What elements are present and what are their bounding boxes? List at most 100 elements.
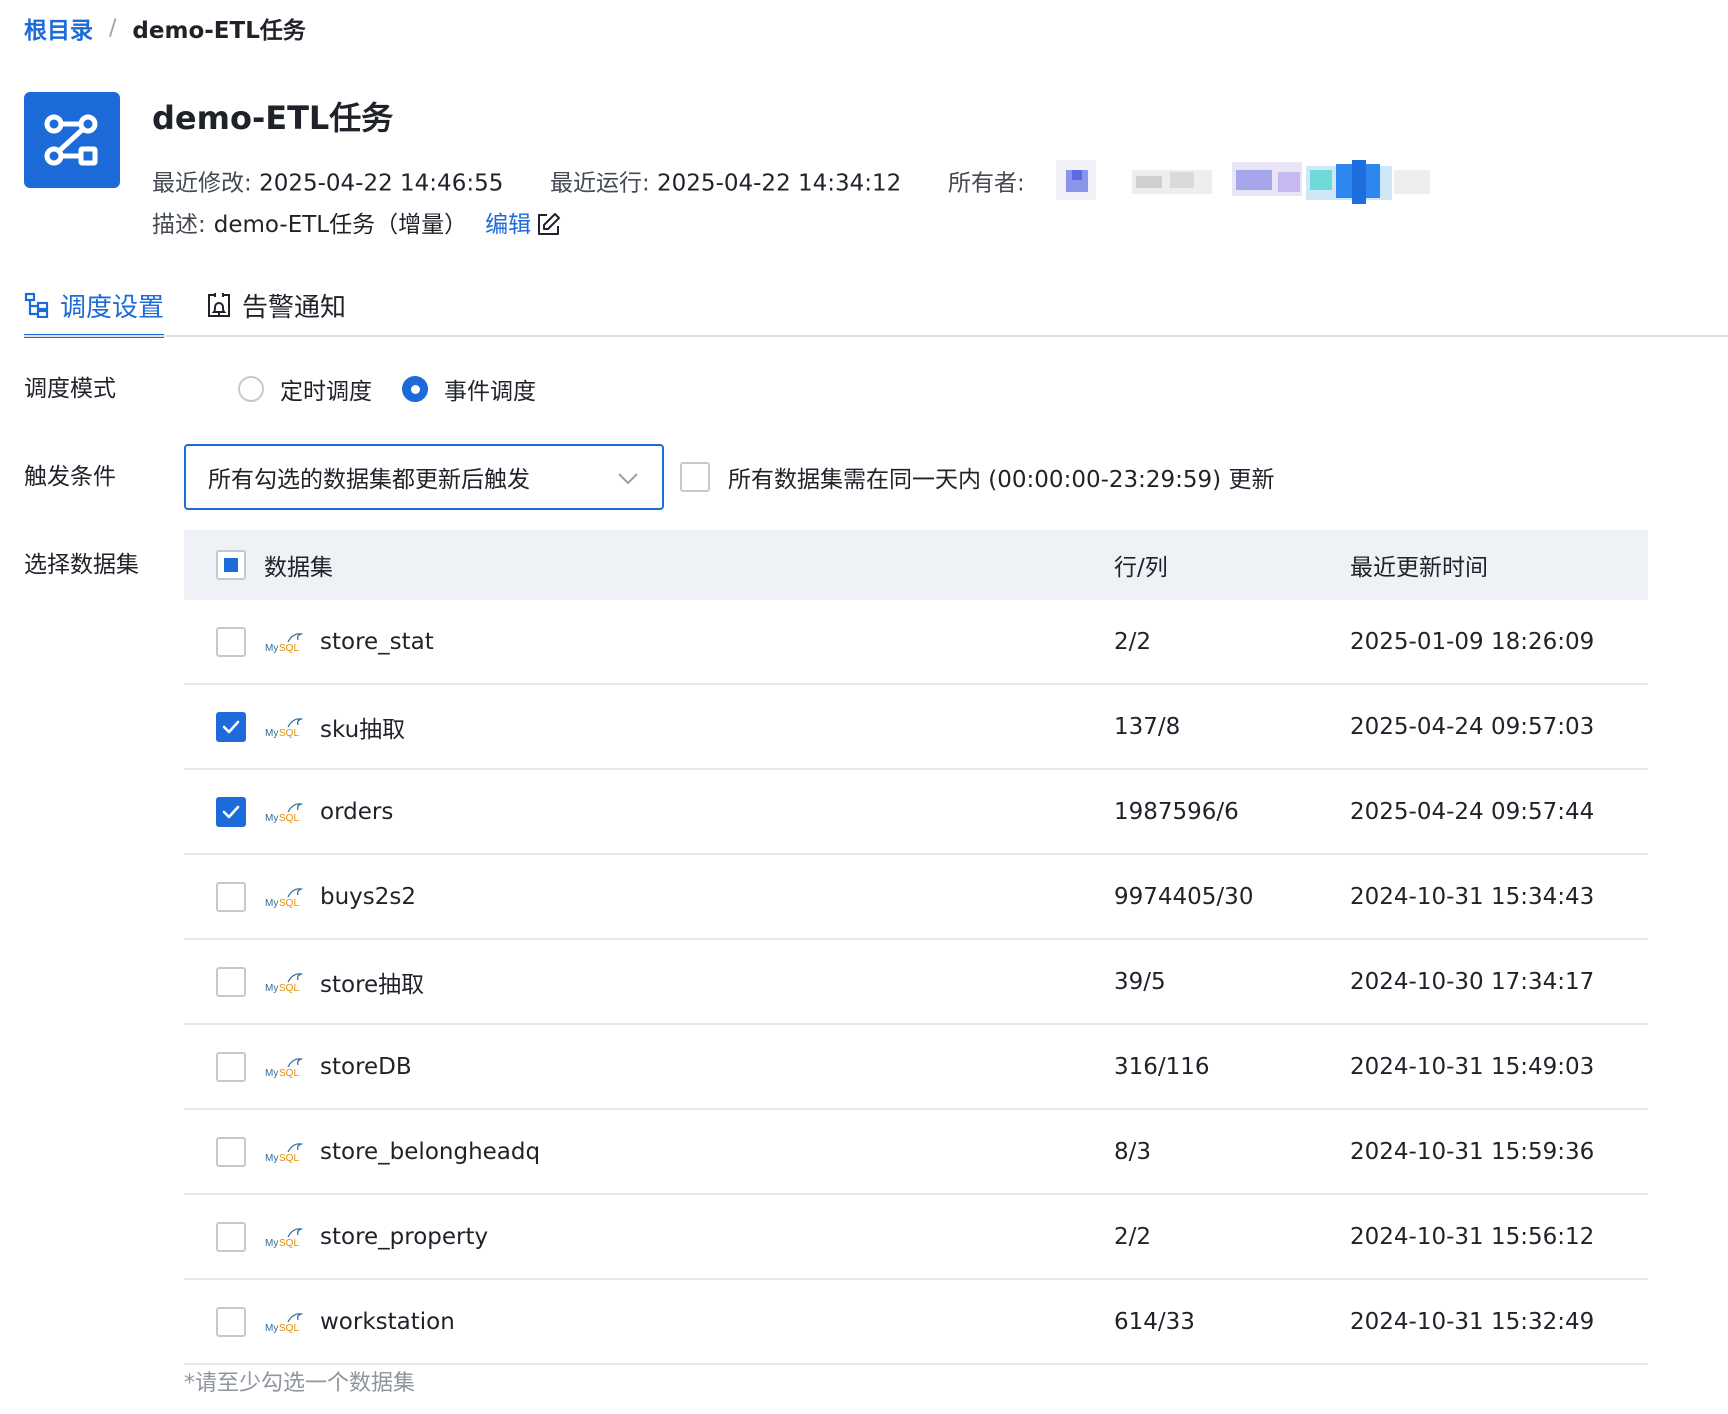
mysql-icon: My SQL <box>265 972 304 994</box>
trigger-condition-value: 所有勾选的数据集都更新后触发 <box>208 467 530 493</box>
table-row[interactable]: My SQL buys2s2 9974405/30 2024-10-31 15:34:4… <box>184 855 1648 940</box>
dataset-name: orders <box>320 798 394 825</box>
svg-text:My: My <box>265 728 278 739</box>
tab-alarm-notification[interactable]: 告警通知 <box>206 276 346 338</box>
edit-label: 编辑 <box>485 212 532 238</box>
table-row[interactable]: My SQL sku抽取 137/8 2025-04-24 09:57:03 <box>184 685 1648 770</box>
dataset-name: workstation <box>320 1308 455 1335</box>
last-run-label: 最近运行: <box>549 170 650 197</box>
dataset-name: store_stat <box>320 628 434 655</box>
page-title: demo-ETL任务 <box>152 99 394 137</box>
dataset-updated-time: 2024-10-31 15:56:12 <box>1350 1223 1595 1250</box>
dataset-name: buys2s2 <box>320 883 417 910</box>
dataset-updated-time: 2024-10-30 17:34:17 <box>1350 968 1595 995</box>
edit-description-button[interactable]: 编辑 <box>485 208 561 242</box>
owner-label: 所有者: <box>947 170 1025 197</box>
svg-text:My: My <box>265 1238 278 1249</box>
svg-text:SQL: SQL <box>279 643 299 654</box>
schedule-tree-icon <box>24 292 49 318</box>
svg-text:SQL: SQL <box>279 813 299 824</box>
svg-text:SQL: SQL <box>279 1238 299 1249</box>
table-header: 数据集 行/列 最近更新时间 <box>184 530 1648 600</box>
row-checkbox[interactable] <box>216 1051 246 1082</box>
svg-text:SQL: SQL <box>279 1323 299 1334</box>
svg-text:SQL: SQL <box>279 1068 299 1079</box>
tab-label: 告警通知 <box>242 292 347 323</box>
table-row[interactable]: My SQL store_stat 2/2 2025-01-09 18:26:09 <box>184 600 1648 685</box>
chevron-down-icon <box>618 473 638 485</box>
row-checkbox[interactable] <box>216 1306 246 1337</box>
edit-icon <box>538 213 561 235</box>
dataset-updated-time: 2025-04-24 09:57:44 <box>1350 798 1595 825</box>
etl-task-icon <box>24 92 120 188</box>
description-label: 描述: <box>152 212 206 238</box>
table-row[interactable]: My SQL workstation 614/33 2024-10-31 15:32:4… <box>184 1280 1648 1365</box>
dataset-updated-time: 2024-10-31 15:34:43 <box>1350 883 1595 910</box>
svg-text:My: My <box>265 1068 278 1079</box>
task-meta: 最近修改: 2025-04-22 14:46:55 最近运行: 2025-04-… <box>152 158 1452 210</box>
column-header-dataset: 数据集 <box>264 555 333 581</box>
row-checkbox[interactable] <box>216 966 246 997</box>
row-checkbox[interactable] <box>216 626 246 657</box>
row-checkbox[interactable] <box>216 881 246 912</box>
dataset-updated-time: 2024-10-31 15:49:03 <box>1350 1053 1595 1080</box>
mysql-icon: My SQL <box>265 887 304 909</box>
table-row[interactable]: My SQL store_property 2/2 2024-10-31 15:56:1… <box>184 1195 1648 1280</box>
last-modified-label: 最近修改: <box>152 170 252 197</box>
radio-event-schedule[interactable] <box>402 376 428 402</box>
mysql-icon: My SQL <box>265 1312 304 1334</box>
table-body: My SQL store_stat 2/2 2025-01-09 18:26:09 My S… <box>184 600 1648 1365</box>
breadcrumb: 根目录 / demo-ETL任务 <box>24 8 306 48</box>
schedule-mode-label: 调度模式 <box>24 376 116 402</box>
row-checkbox[interactable] <box>216 1136 246 1167</box>
dataset-name: store抽取 <box>320 971 425 998</box>
mysql-icon: My SQL <box>265 1142 304 1164</box>
mysql-icon: My SQL <box>265 717 304 739</box>
mysql-icon: My SQL <box>265 802 304 824</box>
tab-bar: 调度设置 告警通知 <box>24 276 388 338</box>
dataset-updated-time: 2024-10-31 15:32:49 <box>1350 1308 1595 1335</box>
dataset-rows-cols: 1987596/6 <box>1114 798 1239 825</box>
svg-text:SQL: SQL <box>279 898 299 909</box>
radio-timed-schedule[interactable] <box>238 376 264 402</box>
schedule-mode-radio-group: 定时调度 事件调度 <box>238 372 566 406</box>
validation-hint: *请至少勾选一个数据集 <box>184 1371 416 1396</box>
table-row[interactable]: My SQL storeDB 316/116 2024-10-31 15:49:03 <box>184 1025 1648 1110</box>
dataset-rows-cols: 614/33 <box>1114 1308 1195 1335</box>
trigger-condition-label: 触发条件 <box>24 464 116 490</box>
dataset-rows-cols: 9974405/30 <box>1114 883 1254 910</box>
row-checkbox[interactable] <box>216 1221 246 1252</box>
radio-label-timed[interactable]: 定时调度 <box>280 372 372 406</box>
tab-schedule-settings[interactable]: 调度设置 <box>24 276 165 338</box>
last-modified-value: 2025-04-22 14:46:55 <box>259 170 504 197</box>
trigger-condition-select[interactable]: 所有勾选的数据集都更新后触发 <box>184 444 664 510</box>
radio-label-event[interactable]: 事件调度 <box>444 372 536 406</box>
svg-text:My: My <box>265 1153 278 1164</box>
dataset-name: store_property <box>320 1223 489 1250</box>
owner-avatars-redacted <box>1056 160 1430 204</box>
mysql-icon: My SQL <box>265 1227 304 1249</box>
alarm-bell-icon <box>208 293 231 317</box>
dataset-name: store_belongheadq <box>320 1138 541 1165</box>
dataset-rows-cols: 39/5 <box>1114 968 1166 995</box>
dataset-updated-time: 2025-01-09 18:26:09 <box>1350 628 1595 655</box>
select-all-checkbox[interactable] <box>216 550 246 580</box>
dataset-rows-cols: 2/2 <box>1114 1223 1152 1250</box>
dataset-rows-cols: 137/8 <box>1114 713 1181 740</box>
row-checkbox[interactable] <box>216 711 246 742</box>
mysql-icon: My SQL <box>265 632 304 654</box>
svg-text:My: My <box>265 813 278 824</box>
column-header-updated: 最近更新时间 <box>1350 555 1488 581</box>
table-row[interactable]: My SQL store抽取 39/5 2024-10-30 17:34:17 <box>184 940 1648 1025</box>
svg-text:My: My <box>265 1323 278 1334</box>
dataset-updated-time: 2025-04-24 09:57:03 <box>1350 713 1595 740</box>
table-row[interactable]: My SQL orders 1987596/6 2025-04-24 09:57:44 <box>184 770 1648 855</box>
svg-text:My: My <box>265 643 278 654</box>
svg-text:SQL: SQL <box>279 983 299 994</box>
same-day-checkbox[interactable] <box>680 462 710 492</box>
select-dataset-label: 选择数据集 <box>24 552 139 578</box>
svg-text:SQL: SQL <box>279 728 299 739</box>
row-checkbox[interactable] <box>216 796 246 827</box>
breadcrumb-root-link[interactable]: 根目录 <box>24 11 93 45</box>
table-row[interactable]: My SQL store_belongheadq 8/3 2024-10-31 15:5… <box>184 1110 1648 1195</box>
